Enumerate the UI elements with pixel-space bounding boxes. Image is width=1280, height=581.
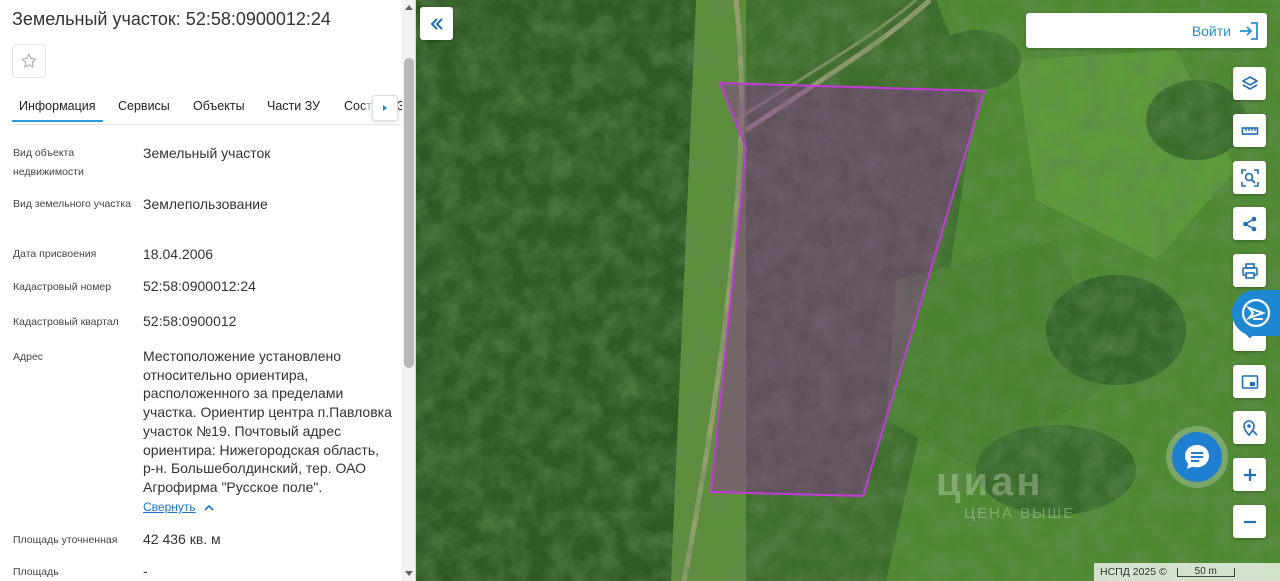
- print-button[interactable]: [1233, 254, 1266, 287]
- label-cadastral-number: Кадастровый номер: [13, 281, 112, 293]
- value-cadastral-number: 52:58:0900012:24: [143, 278, 256, 294]
- plus-icon: [1243, 468, 1256, 481]
- login-bar: Войти: [1026, 13, 1267, 48]
- label-assign-date: Дата присвоения: [13, 248, 97, 260]
- ruler-icon: [1241, 126, 1258, 135]
- zoom-in-button[interactable]: [1233, 458, 1266, 491]
- nspd-logo-icon: [1241, 298, 1271, 328]
- scroll-down-button[interactable]: [402, 567, 415, 581]
- tab-objects[interactable]: Объекты: [193, 92, 245, 122]
- login-label: Войти: [1191, 22, 1231, 39]
- copyright-text: НСПД 2025 ©: [1100, 566, 1167, 578]
- info-panel: Земельный участок: 52:58:0900012:24 Инфо…: [0, 0, 416, 581]
- value-cadastral-quarter: 52:58:0900012: [143, 313, 237, 329]
- share-icon: [1242, 216, 1256, 231]
- value-area: -: [143, 563, 148, 579]
- location-search-icon: [1242, 419, 1258, 436]
- minimap-button[interactable]: [1233, 365, 1266, 398]
- caret-down-icon: [405, 571, 413, 576]
- map-view[interactable]: циан ЦЕНА ВЫШЕ Войти НСПД 2025 © 50 m: [416, 0, 1280, 581]
- tabs-scroll-right-button[interactable]: [372, 95, 398, 121]
- satellite-imagery: [416, 0, 1280, 581]
- label-area: Площадь: [13, 566, 59, 578]
- caret-right-icon: [383, 105, 387, 111]
- layers-button[interactable]: [1233, 67, 1266, 100]
- sign-in-icon: [1240, 21, 1258, 40]
- label-parcel-type: Вид земельного участка: [13, 198, 132, 210]
- login-button[interactable]: Войти: [1192, 13, 1259, 48]
- tab-services[interactable]: Сервисы: [118, 92, 170, 122]
- watermark: циан: [936, 460, 1044, 504]
- value-parcel-type: Землепользование: [143, 196, 268, 212]
- tab-land-parts[interactable]: Части ЗУ: [267, 92, 320, 122]
- tabs-divider: [12, 124, 402, 125]
- info-panel-content: Земельный участок: 52:58:0900012:24 Инфо…: [0, 0, 402, 581]
- label-object-type: Вид объекта недвижимости: [13, 147, 84, 178]
- star-icon: [21, 53, 37, 68]
- chat-button[interactable]: [1172, 432, 1222, 482]
- collapse-panel-button[interactable]: [420, 7, 453, 40]
- collapse-link-label: Свернуть: [143, 500, 196, 514]
- nspd-logo-button[interactable]: [1232, 290, 1280, 336]
- value-address: Местоположение установлено относительно …: [143, 348, 392, 495]
- page-title: Земельный участок: 52:58:0900012:24: [12, 9, 331, 29]
- picture-in-picture-icon: [1241, 374, 1258, 389]
- double-chevron-left-icon: [430, 17, 443, 30]
- chevron-up-icon: [204, 504, 214, 511]
- share-button[interactable]: [1233, 207, 1266, 240]
- area-search-button[interactable]: [1233, 161, 1266, 194]
- value-object-type: Земельный участок: [143, 145, 271, 161]
- layers-icon: [1240, 75, 1259, 90]
- scroll-up-button[interactable]: [402, 0, 415, 14]
- area-search-icon: [1240, 168, 1259, 187]
- scroll-thumb[interactable]: [404, 58, 414, 368]
- value-area-precise: 42 436 кв. м: [143, 531, 221, 547]
- chat-icon: [1185, 445, 1209, 469]
- map-attribution: НСПД 2025 © 50 m: [1094, 563, 1280, 581]
- value-assign-date: 18.04.2006: [143, 246, 214, 262]
- caret-up-icon: [405, 5, 413, 10]
- watermark-subtitle: ЦЕНА ВЫШЕ: [964, 505, 1076, 522]
- zoom-out-button[interactable]: [1233, 505, 1266, 538]
- label-area-precise: Площадь уточненная: [13, 534, 118, 546]
- label-cadastral-quarter: Кадастровый квартал: [13, 316, 119, 328]
- ruler-button[interactable]: [1233, 114, 1266, 147]
- printer-icon: [1241, 262, 1258, 279]
- favorite-button[interactable]: [12, 44, 46, 78]
- label-address: Адрес: [13, 351, 44, 363]
- tab-bar: Информация Сервисы Объекты Части ЗУ Сост…: [0, 92, 402, 124]
- tab-information[interactable]: Информация: [12, 92, 103, 122]
- minus-icon: [1243, 520, 1256, 523]
- panel-scrollbar[interactable]: [402, 0, 415, 581]
- geolocation-button[interactable]: [1233, 411, 1266, 444]
- collapse-link[interactable]: Свернуть: [143, 500, 214, 514]
- scale-bar: 50 m: [1176, 566, 1235, 577]
